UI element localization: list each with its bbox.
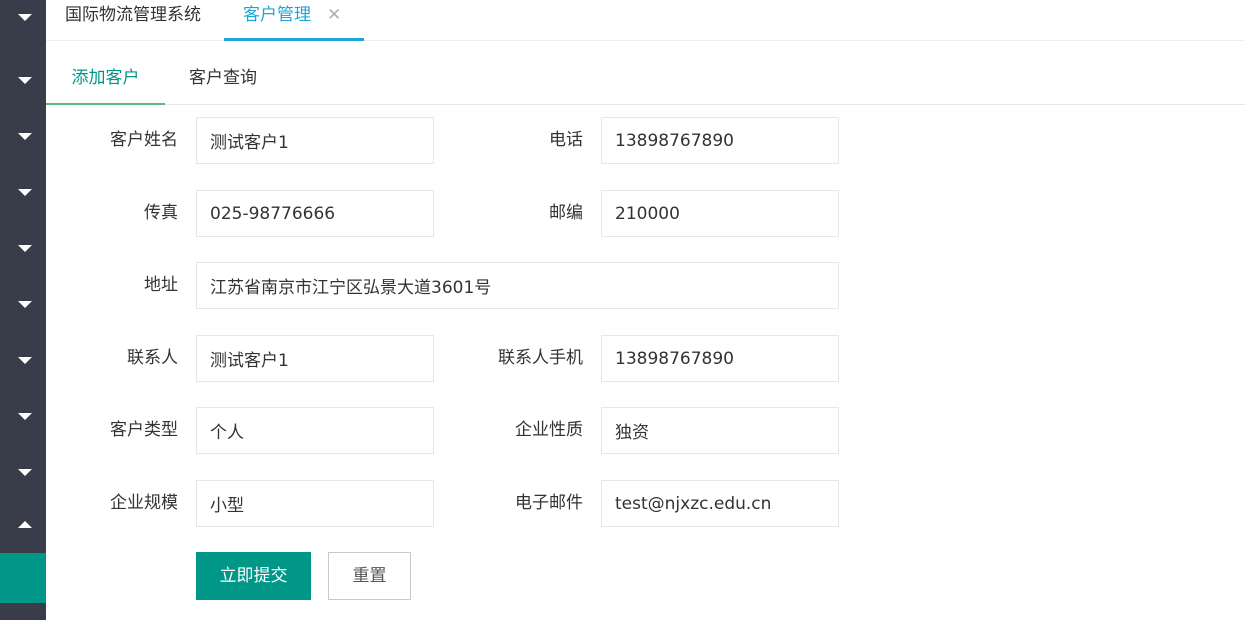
enterprise-scale-input[interactable] (196, 480, 434, 527)
chevron-down-icon (18, 77, 32, 84)
sidebar-menu-item[interactable] (0, 280, 46, 336)
chevron-down-icon (18, 469, 32, 476)
sidebar-menu-item[interactable] (0, 168, 46, 224)
chevron-down-icon (18, 357, 32, 364)
enterprise-nature-input[interactable] (601, 407, 839, 454)
top-tab-bar: 国际物流管理系统 客户管理 ✕ (46, 0, 1245, 41)
customer-name-input[interactable] (196, 117, 434, 164)
sidebar-menu-item[interactable] (0, 448, 46, 504)
subtab-add-customer-label: 添加客户 (71, 68, 140, 88)
sidebar-menu-item[interactable] (0, 224, 46, 280)
customer-name-label: 客户姓名 (110, 130, 178, 150)
fax-label: 传真 (144, 203, 178, 223)
sidebar-menu-item[interactable] (0, 0, 46, 56)
chevron-down-icon (18, 14, 32, 21)
sidebar-active-subitem[interactable] (0, 553, 46, 603)
customer-type-label: 客户类型 (110, 420, 178, 440)
sidebar-menu-item[interactable] (0, 336, 46, 392)
contact-mobile-input[interactable] (601, 335, 839, 382)
chevron-down-icon (18, 245, 32, 252)
active-tab-indicator (224, 38, 364, 41)
tab-home[interactable]: 国际物流管理系统 (65, 0, 201, 40)
subtab-add-customer[interactable]: 添加客户 (46, 52, 165, 105)
active-subtab-underline (46, 103, 165, 105)
subtab-query-customer-label: 客户查询 (189, 68, 257, 88)
tab-customer-management-label: 客户管理 (243, 5, 311, 25)
email-input[interactable] (601, 480, 839, 527)
close-icon[interactable]: ✕ (327, 0, 341, 30)
postcode-label: 邮编 (549, 203, 583, 223)
contact-input[interactable] (196, 335, 434, 382)
contact-label: 联系人 (127, 348, 178, 368)
chevron-up-icon (18, 521, 32, 528)
address-label: 地址 (144, 275, 178, 295)
phone-input[interactable] (601, 117, 839, 164)
sidebar-menu-item[interactable] (0, 392, 46, 448)
address-input[interactable] (196, 262, 839, 309)
sidebar-menu-item[interactable] (0, 603, 46, 620)
sub-tab-bar: 添加客户 客户查询 (46, 52, 1245, 105)
email-label: 电子邮件 (515, 493, 583, 513)
sidebar-menu-item[interactable] (0, 112, 46, 168)
tab-customer-management[interactable]: 客户管理 ✕ (224, 0, 364, 41)
postcode-input[interactable] (601, 190, 839, 237)
submit-button[interactable]: 立即提交 (196, 552, 311, 600)
phone-label: 电话 (549, 130, 583, 150)
chevron-down-icon (18, 413, 32, 420)
chevron-down-icon (18, 189, 32, 196)
sidebar-menu-item-expanded[interactable] (0, 504, 46, 560)
enterprise-nature-label: 企业性质 (515, 420, 583, 440)
customer-type-input[interactable] (196, 407, 434, 454)
reset-button[interactable]: 重置 (328, 552, 411, 600)
chevron-down-icon (18, 301, 32, 308)
tab-home-label: 国际物流管理系统 (65, 5, 201, 25)
sidebar-menu-item[interactable] (0, 56, 46, 112)
sidebar (0, 0, 46, 620)
enterprise-scale-label: 企业规模 (110, 493, 178, 513)
contact-mobile-label: 联系人手机 (498, 348, 583, 368)
chevron-down-icon (18, 133, 32, 140)
fax-input[interactable] (196, 190, 434, 237)
subtab-query-customer[interactable]: 客户查询 (189, 52, 257, 104)
